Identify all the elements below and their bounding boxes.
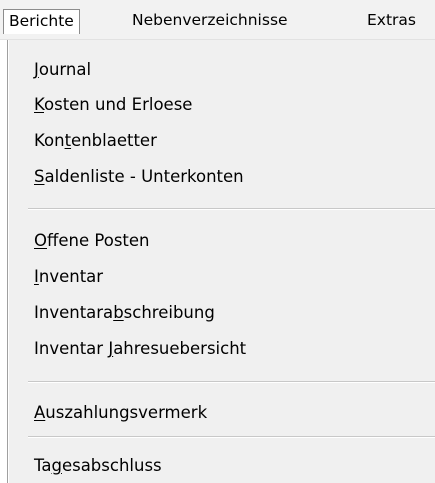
menu-item-offene-posten[interactable]: Offene Posten — [34, 226, 150, 256]
menu-item-inventar[interactable]: Inventar — [34, 262, 103, 292]
menu-separator — [28, 381, 435, 383]
menu-item-kontenblaetter[interactable]: Kontenblaetter — [34, 126, 157, 156]
menu-item-saldenliste-unterkonten[interactable]: Saldenliste - Unterkonten — [34, 162, 244, 192]
menu-berichte[interactable]: Berichte — [3, 9, 80, 34]
menu-item-inventarabschreibung[interactable]: Inventarabschreibung — [34, 298, 215, 328]
menu-bar: Berichte Nebenverzeichnisse Extras — [0, 0, 435, 40]
menu-extras[interactable]: Extras — [362, 9, 421, 34]
menu-nebenverzeichnisse[interactable]: Nebenverzeichnisse — [127, 9, 293, 34]
menu-separator — [28, 436, 435, 438]
menu-item-journal[interactable]: Journal — [34, 55, 91, 85]
berichte-dropdown-menu: Journal Kosten und Erloese Kontenblaette… — [7, 40, 435, 483]
menu-item-auszahlungsvermerk[interactable]: Auszahlungsvermerk — [34, 398, 207, 428]
menu-item-tagesabschluss[interactable]: Tagesabschluss — [34, 451, 162, 481]
menu-item-inventar-jahresuebersicht[interactable]: Inventar Jahresuebersicht — [34, 334, 246, 364]
menu-item-kosten-und-erloese[interactable]: Kosten und Erloese — [34, 90, 192, 120]
menu-separator — [28, 208, 435, 210]
